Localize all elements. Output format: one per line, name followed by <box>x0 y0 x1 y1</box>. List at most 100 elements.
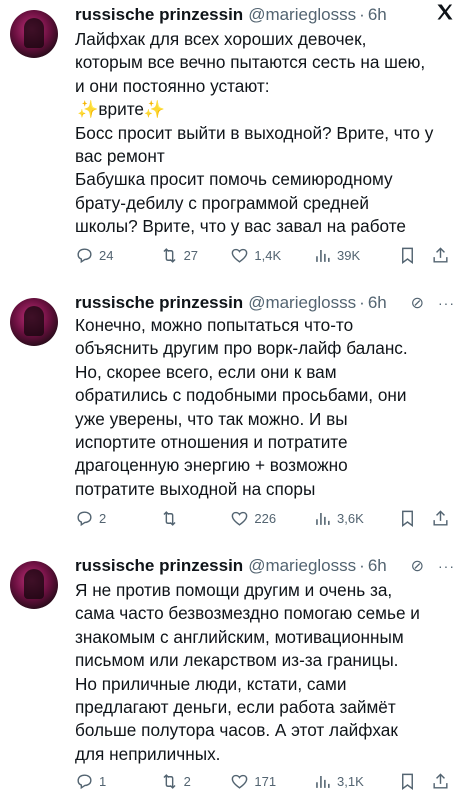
author-name[interactable]: russische prinzessin <box>75 293 243 313</box>
tweet-header: russische prinzessin @marieglosss · 6h ⊘… <box>75 554 455 578</box>
text-line: драгоценную энергию + возможно <box>75 455 348 476</box>
tweet-header: russische prinzessin @marieglosss · 6h ⊘… <box>75 291 455 315</box>
text-line: Бабушка просит помочь семиюродному <box>75 169 393 190</box>
heart-icon <box>232 511 248 526</box>
reply-count: 2 <box>99 510 107 526</box>
reply-count: 1 <box>99 773 107 789</box>
retweet-button[interactable]: 2 <box>160 772 231 791</box>
bookmark-icon <box>401 773 413 790</box>
bookmark-button[interactable] <box>398 246 431 265</box>
separator-dot: · <box>359 556 365 575</box>
views-icon <box>316 775 330 788</box>
author-handle[interactable]: @marieglosss <box>248 556 356 576</box>
text-line: сама часто безвозмездно помогаю семье и <box>75 603 420 624</box>
share-button[interactable] <box>431 509 455 528</box>
retweet-button[interactable] <box>160 509 231 528</box>
author-handle[interactable]: @marieglosss <box>248 5 356 25</box>
text-line: школы? Врите, что у вас завал на работе <box>75 216 406 237</box>
text-line: Но, скорее всего, если они к вам <box>75 361 337 382</box>
action-bar: 1 2 171 3,1K <box>75 769 455 793</box>
like-button[interactable]: 226 <box>230 509 313 528</box>
reply-button[interactable]: 2 <box>75 509 160 528</box>
text-line: больше полутора часов. А этот лайфхак <box>75 720 398 741</box>
views-count: 39K <box>337 247 361 263</box>
text-line: испортите отношения и потратите <box>75 432 348 453</box>
heart-icon <box>232 248 248 263</box>
separator-dot: · <box>359 293 365 312</box>
bookmark-button[interactable] <box>398 509 431 528</box>
author-name[interactable]: russische prinzessin <box>75 5 243 25</box>
retweet-count: 27 <box>183 247 199 263</box>
bookmark-icon <box>401 247 413 264</box>
text-line: потратите выходной на споры <box>75 478 316 499</box>
like-count: 226 <box>254 510 277 526</box>
text-line: Я не против помощи другим и очень за, <box>75 580 393 600</box>
author-handle[interactable]: @marieglosss <box>248 293 356 313</box>
views-icon <box>316 249 330 262</box>
text-line: ✨врите✨ <box>77 99 166 120</box>
share-icon <box>433 246 448 263</box>
retweet-icon <box>163 773 176 789</box>
reply-count: 24 <box>99 247 114 263</box>
avatar[interactable] <box>10 10 58 58</box>
text-line: брату-дебилу с программой средней <box>75 192 369 213</box>
x-logo-icon <box>435 2 455 28</box>
like-button[interactable]: 1,4K <box>230 246 313 265</box>
tweet-text: Я не против помощи другим и очень за, са… <box>75 579 457 766</box>
share-button[interactable] <box>431 246 455 265</box>
author-name[interactable]: russische prinzessin <box>75 556 243 576</box>
text-line: уже уверены, что так можно. И вы <box>75 408 348 429</box>
text-line: и они постоянно устают: <box>75 75 270 96</box>
avatar[interactable] <box>10 298 58 346</box>
avatar[interactable] <box>10 561 58 609</box>
text-line: вас ремонт <box>75 146 165 167</box>
reply-button[interactable]: 1 <box>75 772 160 791</box>
bookmark-icon <box>401 510 413 527</box>
reply-icon <box>77 510 92 526</box>
reply-icon <box>77 247 92 263</box>
timestamp[interactable]: 6h <box>368 556 387 576</box>
views-button[interactable]: 3,1K <box>313 772 398 791</box>
text-line: Но приличные люди, кстати, сами <box>75 673 347 694</box>
share-icon <box>433 772 448 789</box>
like-count: 1,4K <box>254 247 282 263</box>
share-icon <box>433 509 448 526</box>
like-button[interactable]: 171 <box>230 772 313 791</box>
retweet-icon <box>163 510 176 526</box>
reply-icon <box>77 773 92 789</box>
views-count: 3,1K <box>337 773 364 789</box>
bookmark-button[interactable] <box>398 772 431 791</box>
more-icon[interactable]: ··· <box>438 295 455 311</box>
text-line: которым все вечно пытаются сесть на шею, <box>75 52 426 73</box>
tweet-text: Конечно, можно попытаться что-то объясни… <box>75 314 457 501</box>
timestamp[interactable]: 6h <box>368 5 387 25</box>
like-count: 171 <box>254 773 277 789</box>
views-button[interactable]: 3,6K <box>313 509 398 528</box>
text-line: знакомым с английским, мотивационным <box>75 626 404 647</box>
views-count: 3,6K <box>337 510 364 526</box>
action-bar: 2 226 3,6K <box>75 506 455 530</box>
tweet-text: Лайфхак для всех хороших девочек, которы… <box>75 28 457 239</box>
mute-icon[interactable]: ⊘ <box>411 293 424 313</box>
text-line: обратились с подобными просьбами, они <box>75 385 407 406</box>
views-button[interactable]: 39K <box>313 246 398 265</box>
views-icon <box>316 512 330 525</box>
text-line: Босс просит выйти в выходной? Врите, что… <box>75 122 434 143</box>
reply-button[interactable]: 24 <box>75 246 160 265</box>
retweet-count: 2 <box>183 773 191 789</box>
mute-icon[interactable]: ⊘ <box>411 556 424 576</box>
text-line: объяснить другим про ворк-лайф баланс. <box>75 338 408 359</box>
timestamp[interactable]: 6h <box>368 293 387 313</box>
text-line: для неприличных. <box>75 743 221 764</box>
separator-dot: · <box>359 5 365 24</box>
tweet-header: russische prinzessin @marieglosss · 6h <box>75 3 455 27</box>
heart-icon <box>232 774 248 789</box>
text-line: Конечно, можно попытаться что-то <box>75 315 354 335</box>
retweet-button[interactable]: 27 <box>160 246 231 265</box>
text-line: предлагают деньги, если работа займёт <box>75 697 396 718</box>
more-icon[interactable]: ··· <box>438 558 455 574</box>
retweet-icon <box>163 247 176 263</box>
action-bar: 24 27 1,4K 39K <box>75 243 455 267</box>
text-line: письмом или лекарством из-за границы. <box>75 650 399 671</box>
share-button[interactable] <box>431 772 455 791</box>
